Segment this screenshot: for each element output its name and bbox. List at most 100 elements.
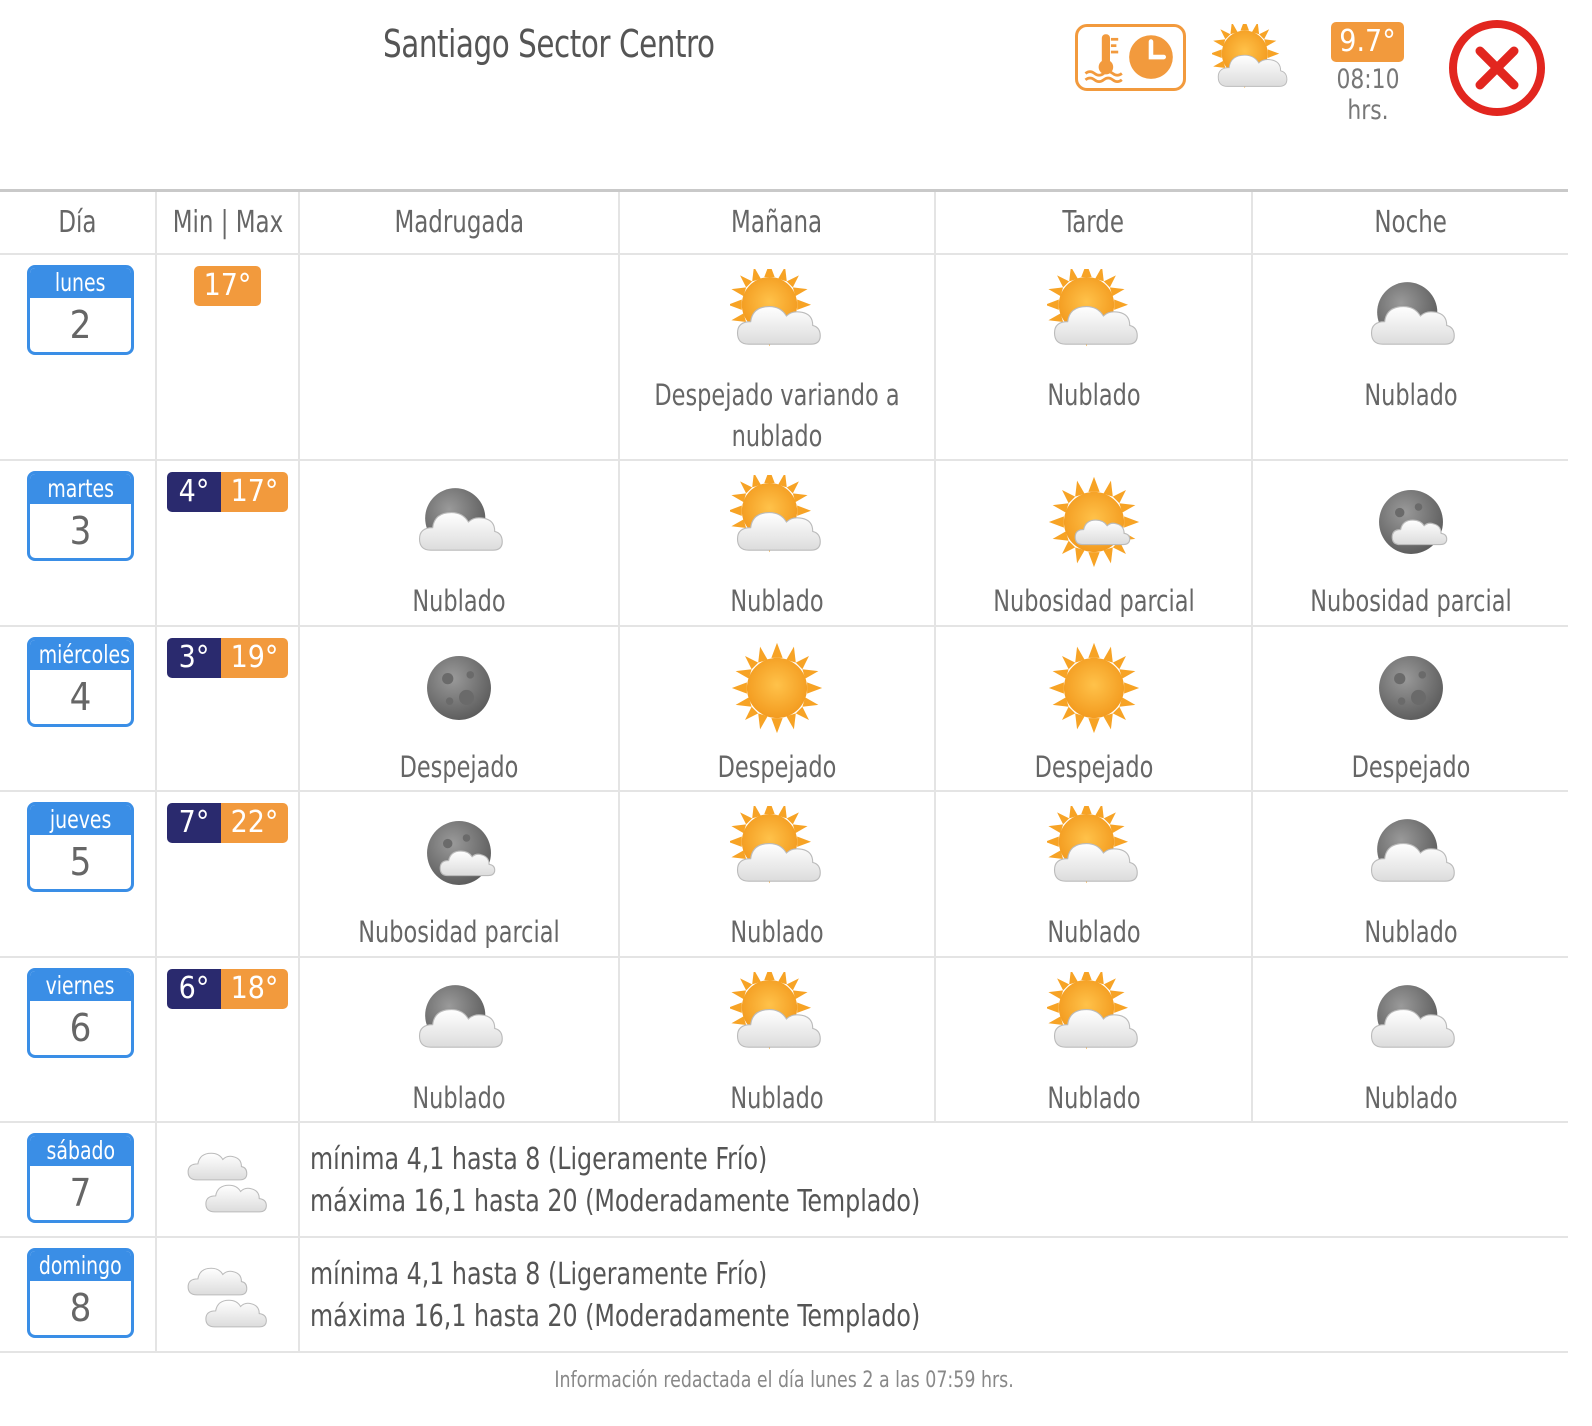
- current-time: 08:10 hrs.: [1336, 64, 1400, 126]
- period-cell: Despejado: [1253, 627, 1568, 790]
- condition-label: Nublado: [1363, 915, 1458, 949]
- table-row-weekend: domingo 8 mínima 4,1 hasta 8 (Ligeramente …: [0, 1238, 1568, 1353]
- day-name: martes: [47, 474, 114, 503]
- column-header: Tarde: [936, 192, 1253, 253]
- moon-cloud-icon: [412, 475, 506, 569]
- day-number: 4: [69, 675, 92, 719]
- footer-note: Información redactada el día lunes 2 a l…: [554, 1368, 1014, 1393]
- moon-cloud-icon: [1364, 806, 1458, 900]
- max-temp-badge: 22°: [221, 803, 288, 843]
- max-range-text: máxima 16,1 hasta 20 (Moderadamente Temp…: [310, 1299, 921, 1334]
- moon-icon: [1378, 656, 1443, 720]
- column-header: Madrugada: [300, 192, 620, 253]
- condition-label: Nublado: [1046, 378, 1141, 412]
- period-cell: Despejado: [620, 627, 936, 790]
- moon-icon: [427, 656, 491, 720]
- period-cell: Despejado variando a nublado: [620, 255, 936, 459]
- column-header: Min | Max: [157, 192, 300, 253]
- close-button[interactable]: [1447, 18, 1547, 118]
- condition-label: Nublado: [1363, 378, 1458, 412]
- sun-cloud-icon: [1047, 972, 1141, 1066]
- column-header: Noche: [1374, 205, 1447, 240]
- condition-label: Nublado: [1046, 915, 1141, 949]
- sun-small-cloud-icon: [1047, 475, 1141, 569]
- table-row: miércoles 4 3° 19° Despejado Despejado Despeja…: [0, 627, 1568, 792]
- period-cell: Nublado: [936, 958, 1253, 1121]
- moon-cloud-icon: [1364, 972, 1458, 1066]
- max-range-text: máxima 16,1 hasta 20 (Moderadamente Temp…: [310, 1184, 921, 1219]
- condition-label: Despejado: [1351, 750, 1470, 784]
- day-calendar-badge: domingo 8: [27, 1248, 134, 1338]
- condition-label: Nubosidad parcial: [1309, 584, 1512, 618]
- sun-cloud-icon: [730, 269, 824, 363]
- day-calendar-badge: sábado 7: [27, 1133, 134, 1223]
- max-temp-badge: 19°: [221, 638, 288, 678]
- period-cell: Nublado: [936, 255, 1253, 459]
- period-cell: Nublado: [300, 461, 620, 625]
- thermometer-clock-icon: [1084, 34, 1173, 83]
- condition-label: Nublado: [730, 584, 824, 618]
- day-number: 5: [69, 840, 92, 884]
- period-cell: Nublado: [936, 792, 1253, 956]
- moon-small-cloud-icon: [1364, 475, 1458, 569]
- day-name: jueves: [49, 805, 112, 834]
- condition-label: Nublado: [1046, 1081, 1141, 1115]
- period-cell: Nubosidad parcial: [300, 792, 620, 956]
- column-header: Mañana: [620, 192, 936, 253]
- condition-label: Nubosidad parcial: [358, 915, 560, 949]
- period-cell: Nublado: [1253, 792, 1568, 956]
- max-temp-badge: 17°: [194, 266, 261, 306]
- period-cell: Despejado: [300, 627, 620, 790]
- table-row: martes 3 4° 17° Nublado Nublado Nubosidad parc…: [0, 461, 1568, 627]
- sun-icon: [730, 641, 824, 735]
- temperature-history-button[interactable]: [1075, 24, 1186, 91]
- day-name: lunes: [55, 268, 106, 297]
- day-number: 8: [69, 1286, 92, 1330]
- day-name: domingo: [39, 1251, 122, 1280]
- day-number: 3: [69, 509, 92, 553]
- condition-label: Nublado: [412, 584, 506, 618]
- moon-cloud-icon: [412, 972, 506, 1066]
- min-temp-badge: 4°: [167, 472, 221, 512]
- max-temp-badge: 18°: [221, 969, 288, 1009]
- sun-cloud-icon: [730, 475, 824, 569]
- condition-label: Nublado: [730, 1081, 824, 1115]
- period-cell: Nublado: [620, 958, 936, 1121]
- condition-label: Nubosidad parcial: [992, 584, 1195, 618]
- day-name: sábado: [46, 1136, 115, 1165]
- min-temp-badge: 6°: [167, 969, 221, 1009]
- condition-label: Despejado: [399, 750, 519, 784]
- table-row: viernes 6 6° 18° Nublado Nublado Nublado Nublad…: [0, 958, 1568, 1123]
- day-calendar-badge: lunes 2: [27, 265, 134, 355]
- moon-small-cloud-icon: [412, 806, 506, 900]
- day-calendar-badge: miércoles 4: [27, 637, 134, 727]
- day-number: 6: [69, 1006, 92, 1050]
- min-temp-badge: 7°: [167, 803, 221, 843]
- day-name: miércoles: [38, 640, 130, 669]
- day-calendar-badge: jueves 5: [27, 802, 134, 892]
- sun-cloud-icon: [1047, 806, 1141, 900]
- period-cell: Nubosidad parcial: [936, 461, 1253, 625]
- table-row: jueves 5 7° 22° Nubosidad parcial Nublado Nubl…: [0, 792, 1568, 958]
- sun-cloud-icon: [730, 806, 824, 900]
- period-cell: Nublado: [1253, 958, 1568, 1121]
- sun-cloud-icon: [1047, 269, 1141, 363]
- period-cell: Nublado: [1253, 255, 1568, 459]
- current-temperature: 9.7°: [1331, 22, 1404, 62]
- period-cell: Nublado: [300, 958, 620, 1121]
- period-cell: [300, 255, 620, 459]
- min-temp-badge: 3°: [167, 638, 221, 678]
- sun-icon: [1047, 641, 1141, 735]
- moon-cloud-icon: [1364, 269, 1458, 363]
- weekend-forecast-text: mínima 4,1 hasta 8 (Ligeramente Frío) máx…: [310, 1254, 920, 1338]
- day-number: 7: [69, 1171, 92, 1215]
- period-cell: Nubosidad parcial: [1253, 461, 1568, 625]
- day-calendar-badge: martes 3: [27, 471, 134, 561]
- table-header-row: Día Min | Max Madrugada Mañana Tarde Noche: [0, 192, 1568, 255]
- condition-label: Nublado: [412, 1081, 506, 1115]
- sun-cloud-icon: [730, 972, 824, 1066]
- day-calendar-badge: viernes 6: [27, 968, 134, 1058]
- max-temp-badge: 17°: [221, 472, 288, 512]
- condition-label: Nublado: [1363, 1081, 1458, 1115]
- column-header: Día: [0, 192, 157, 253]
